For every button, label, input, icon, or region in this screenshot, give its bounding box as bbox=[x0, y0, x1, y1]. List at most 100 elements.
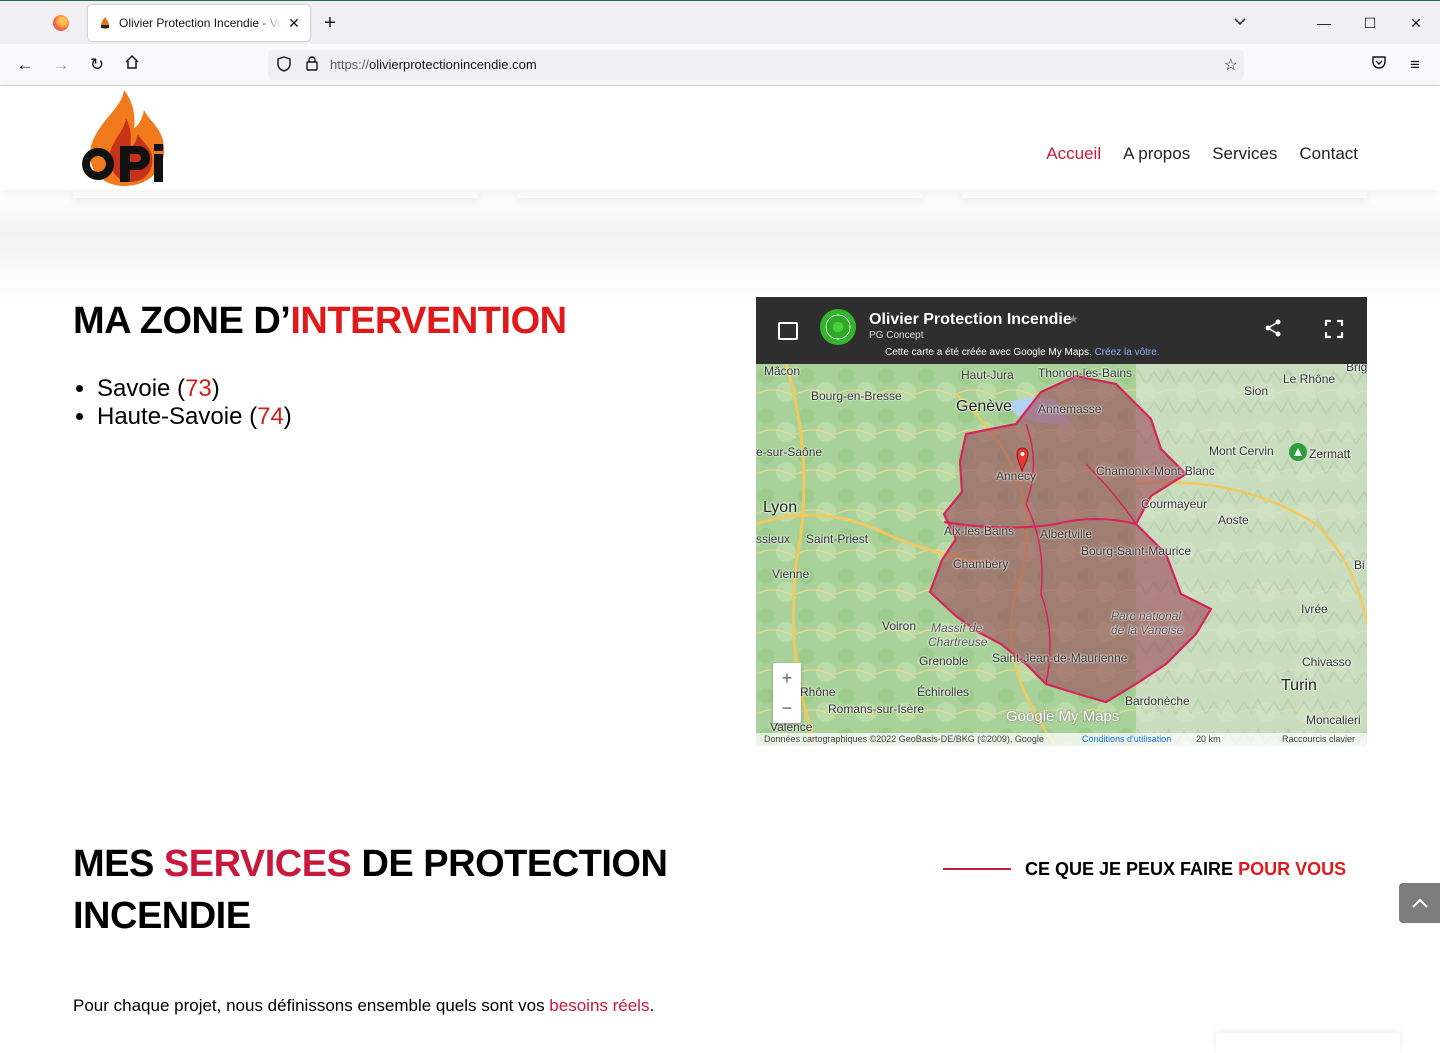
pocket-icon[interactable] bbox=[1366, 52, 1392, 78]
map-place-label: Courmayeur bbox=[1141, 497, 1208, 511]
map-place-label: Chambéry bbox=[953, 557, 1009, 571]
map-title[interactable]: Olivier Protection Incendie bbox=[869, 311, 1072, 329]
site-header: Accueil A propos Services Contact bbox=[0, 86, 1440, 190]
card-bottom-2 bbox=[517, 190, 923, 198]
star-icon[interactable]: ★ bbox=[1068, 312, 1079, 326]
tagline-text: CE QUE JE PEUX FAIRE bbox=[1025, 859, 1239, 879]
zoom-in-button[interactable]: + bbox=[773, 663, 801, 693]
map-place-label: Aoste bbox=[1218, 513, 1249, 527]
map-place-label: Chamonix-Mont-Blanc bbox=[1096, 464, 1215, 478]
zone-name: Haute-Savoie bbox=[97, 403, 243, 430]
embedded-map[interactable]: Olivier Protection Incendie ★ PG Concept… bbox=[756, 297, 1367, 746]
zone-title-text: MA ZONE D’ bbox=[73, 300, 291, 342]
map-place-label: Haut-Jura bbox=[961, 368, 1014, 382]
tagline-divider bbox=[943, 868, 1011, 870]
map-author: PG Concept bbox=[869, 330, 924, 341]
fullscreen-icon[interactable] bbox=[1324, 319, 1344, 339]
map-canvas[interactable]: Mâcon Bourg-en-Bresse Genève Annemasse Thono… bbox=[756, 360, 1367, 746]
map-place-label: Sion bbox=[1244, 384, 1269, 398]
intro-text: Pour chaque projet, nous définissons ens… bbox=[73, 996, 550, 1015]
map-place-label: Le Rhône bbox=[1283, 372, 1336, 386]
maximize-button[interactable]: ☐ bbox=[1356, 9, 1384, 37]
url-bar[interactable]: https://olivierprotectionincendie.com ☆ bbox=[268, 50, 1244, 80]
card-bottom-3 bbox=[962, 190, 1367, 198]
new-tab-button[interactable]: + bbox=[318, 11, 342, 35]
keyboard-shortcuts-link[interactable]: Raccourcis clavier bbox=[1282, 734, 1355, 744]
share-icon[interactable] bbox=[1264, 319, 1282, 342]
forward-button[interactable]: → bbox=[48, 52, 74, 78]
zone-number: 73 bbox=[185, 375, 212, 402]
menu-hamburger-icon[interactable]: ≡ bbox=[1402, 52, 1428, 78]
menu-item-a-propos[interactable]: A propos bbox=[1123, 144, 1190, 164]
map-place-label: Aix-les-Bains bbox=[944, 524, 1015, 538]
zone-paren-close: ) bbox=[283, 403, 292, 430]
map-place-label: Thonon-les-Bains bbox=[1038, 366, 1133, 380]
map-scale: 20 km bbox=[1196, 734, 1221, 744]
map-place-label: de la Vanoise bbox=[1111, 623, 1184, 637]
map-place-label: Voiron bbox=[882, 619, 917, 633]
map-terrain bbox=[756, 363, 1367, 746]
map-place-label: Bardonèche bbox=[1125, 694, 1190, 708]
list-item: Savoie (73) bbox=[97, 375, 292, 403]
home-button[interactable] bbox=[119, 52, 145, 78]
minimize-button[interactable]: — bbox=[1310, 9, 1338, 37]
intro-text-end: . bbox=[649, 996, 655, 1015]
map-place-label: Romans-sur-Isère bbox=[828, 702, 925, 716]
zone-paren-open: ( bbox=[242, 403, 258, 430]
services-title-text: MES bbox=[73, 843, 164, 885]
map-place-label: Mont Cervin bbox=[1209, 444, 1274, 458]
map-place-label: Grenoble bbox=[919, 654, 969, 668]
map-place-label: Turin bbox=[1281, 677, 1317, 694]
zone-title: MA ZONE D’INTERVENTION bbox=[73, 300, 567, 343]
close-window-button[interactable]: ✕ bbox=[1402, 9, 1430, 37]
map-place-label: Bi bbox=[1354, 558, 1365, 572]
menu-item-services[interactable]: Services bbox=[1212, 144, 1277, 164]
map-place-label: Mâcon bbox=[764, 364, 801, 378]
close-tab-icon[interactable]: ✕ bbox=[286, 15, 302, 32]
terms-link[interactable]: Conditions d'utilisation bbox=[1082, 734, 1171, 744]
map-author-avatar bbox=[820, 309, 856, 345]
site-favicon-icon bbox=[101, 17, 109, 29]
intro-accent: besoins réels bbox=[549, 996, 650, 1015]
map-place-label: Rhône bbox=[800, 685, 836, 699]
opi-logo[interactable] bbox=[78, 88, 168, 188]
reload-button[interactable]: ↻ bbox=[84, 52, 110, 78]
tab-title: Olivier Protection Incendie - Vot bbox=[119, 16, 282, 30]
map-place-label: Vienne bbox=[772, 567, 810, 581]
services-tagline: CE QUE JE PEUX FAIRE POUR VOUS bbox=[1025, 859, 1346, 880]
browser-tab-bar: Olivier Protection Incendie - Vot ✕ + — … bbox=[0, 0, 1440, 44]
map-place-label: Saint-Priest bbox=[806, 532, 869, 546]
card-top-edge bbox=[1216, 1033, 1400, 1053]
browser-nav-bar: ← → ↻ https://olivierprotectionincendie.… bbox=[0, 44, 1440, 86]
url-text: https://olivierprotectionincendie.com bbox=[330, 57, 537, 72]
map-place-label: Moncalieri bbox=[1306, 713, 1361, 727]
scroll-to-top-button[interactable] bbox=[1399, 883, 1440, 923]
map-place-label: Lyon bbox=[763, 499, 798, 516]
map-header: Olivier Protection Incendie ★ PG Concept… bbox=[756, 297, 1367, 364]
firefox-view-tab[interactable] bbox=[44, 7, 78, 39]
services-title-accent: SERVICES bbox=[163, 843, 352, 885]
map-place-label: ssieux bbox=[756, 532, 791, 546]
menu-item-accueil[interactable]: Accueil bbox=[1046, 144, 1101, 164]
lock-icon[interactable] bbox=[303, 56, 321, 74]
section-divider bbox=[0, 190, 1440, 300]
bookmark-star-icon[interactable]: ☆ bbox=[1224, 55, 1238, 75]
shield-icon[interactable] bbox=[275, 56, 293, 74]
map-place-label: Saint-Jean-de-Maurienne bbox=[992, 651, 1128, 665]
map-place-label: Chartreuse bbox=[928, 635, 988, 649]
back-button[interactable]: ← bbox=[12, 52, 38, 78]
map-place-label: Chivasso bbox=[1302, 655, 1352, 669]
services-intro: Pour chaque projet, nous définissons ens… bbox=[73, 996, 654, 1016]
map-place-label: Albertville bbox=[1040, 527, 1093, 541]
zoom-out-button[interactable]: − bbox=[773, 693, 801, 723]
create-map-link[interactable]: Créez la vôtre. bbox=[1095, 347, 1160, 358]
active-tab[interactable]: Olivier Protection Incendie - Vot ✕ bbox=[88, 5, 310, 41]
map-note: Cette carte a été créée avec Google My M… bbox=[885, 347, 1160, 358]
google-my-maps-logo: Google My Maps bbox=[1006, 708, 1120, 725]
map-place-label: Massif de bbox=[931, 621, 983, 635]
menu-item-contact[interactable]: Contact bbox=[1299, 144, 1358, 164]
map-legend-toggle-icon[interactable] bbox=[778, 322, 798, 340]
list-all-tabs-icon[interactable] bbox=[1226, 9, 1254, 37]
zone-paren-open: ( bbox=[170, 375, 186, 402]
card-bottom-1 bbox=[73, 190, 478, 198]
